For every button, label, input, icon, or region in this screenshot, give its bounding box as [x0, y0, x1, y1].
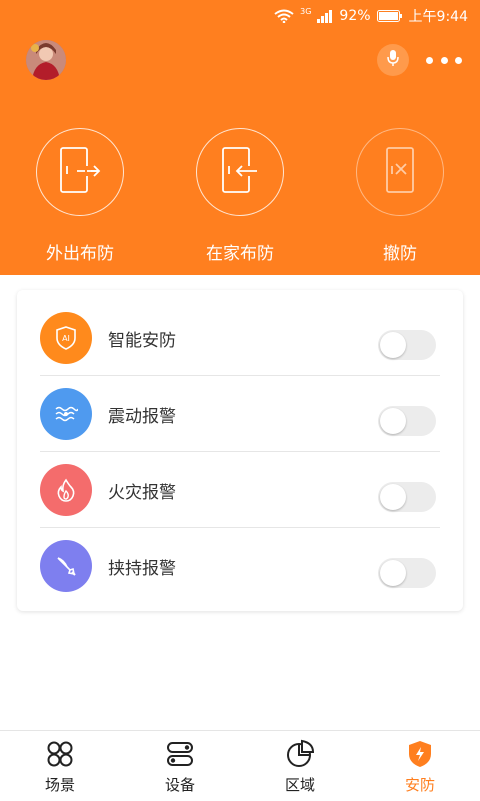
- clock: 上午9:44: [408, 9, 468, 25]
- user-avatar[interactable]: [26, 40, 66, 80]
- bottom-tab-bar: 场景 设备 区域 安防: [0, 730, 480, 801]
- security-item-label: 震动报警: [108, 407, 176, 427]
- arm-away-button[interactable]: 外出布防: [25, 128, 135, 264]
- security-item-vibration: 震动报警: [40, 376, 440, 452]
- security-item-fire: 火灾报警: [40, 452, 440, 528]
- security-item-smart: AI 智能安防: [40, 300, 440, 376]
- security-card: AI 智能安防 震动报警 火灾报警 挟持报警: [17, 290, 463, 611]
- disarm-label: 撤防: [383, 244, 417, 264]
- door-disarm-icon: [377, 144, 423, 200]
- vibration-icon: [40, 388, 92, 440]
- scene-icon: [45, 739, 75, 769]
- tab-security[interactable]: 安防: [360, 731, 480, 801]
- arm-home-circle: [196, 128, 284, 216]
- arm-away-circle: [36, 128, 124, 216]
- door-enter-icon: [217, 144, 263, 200]
- tab-label: 安防: [404, 776, 435, 794]
- tab-label: 场景: [44, 776, 75, 794]
- voice-button[interactable]: [377, 44, 409, 76]
- more-icon: [426, 56, 433, 64]
- region-icon: [285, 739, 315, 769]
- header: 外出布防 在家布防 撤防: [0, 30, 480, 275]
- tab-label: 设备: [164, 776, 195, 794]
- knife-icon: [40, 540, 92, 592]
- fire-alarm-toggle[interactable]: [378, 482, 436, 512]
- arm-away-label: 外出布防: [46, 244, 114, 264]
- status-indicators: 3G 92% 上午9:44: [274, 6, 468, 26]
- device-icon: [165, 739, 195, 769]
- signal-icon: [317, 9, 333, 23]
- arm-home-button[interactable]: 在家布防: [185, 128, 295, 264]
- tab-scene[interactable]: 场景: [0, 731, 120, 801]
- ai-shield-icon: AI: [40, 312, 92, 364]
- tab-region[interactable]: 区域: [240, 731, 360, 801]
- network-type-label: 3G: [300, 6, 312, 16]
- more-button[interactable]: [426, 50, 462, 70]
- microphone-icon: [386, 49, 400, 71]
- battery-percent: 92%: [339, 8, 371, 24]
- security-item-label: 挟持报警: [108, 559, 176, 579]
- security-icon: [405, 739, 435, 769]
- tab-label: 区域: [284, 776, 315, 794]
- disarm-circle: [356, 128, 444, 216]
- security-item-duress: 挟持报警: [40, 528, 440, 604]
- arm-home-label: 在家布防: [206, 244, 274, 264]
- door-exit-icon: [57, 144, 103, 200]
- security-item-label: 智能安防: [108, 331, 176, 351]
- vibration-alarm-toggle[interactable]: [378, 406, 436, 436]
- status-bar: 3G 92% 上午9:44: [0, 0, 480, 30]
- tab-device[interactable]: 设备: [120, 731, 240, 801]
- fire-icon: [40, 464, 92, 516]
- security-item-label: 火灾报警: [108, 483, 176, 503]
- duress-alarm-toggle[interactable]: [378, 558, 436, 588]
- wifi-icon: [274, 9, 294, 23]
- smart-security-toggle[interactable]: [378, 330, 436, 360]
- disarm-button[interactable]: 撤防: [345, 128, 455, 264]
- battery-icon: [376, 9, 403, 23]
- svg-text:AI: AI: [62, 334, 70, 343]
